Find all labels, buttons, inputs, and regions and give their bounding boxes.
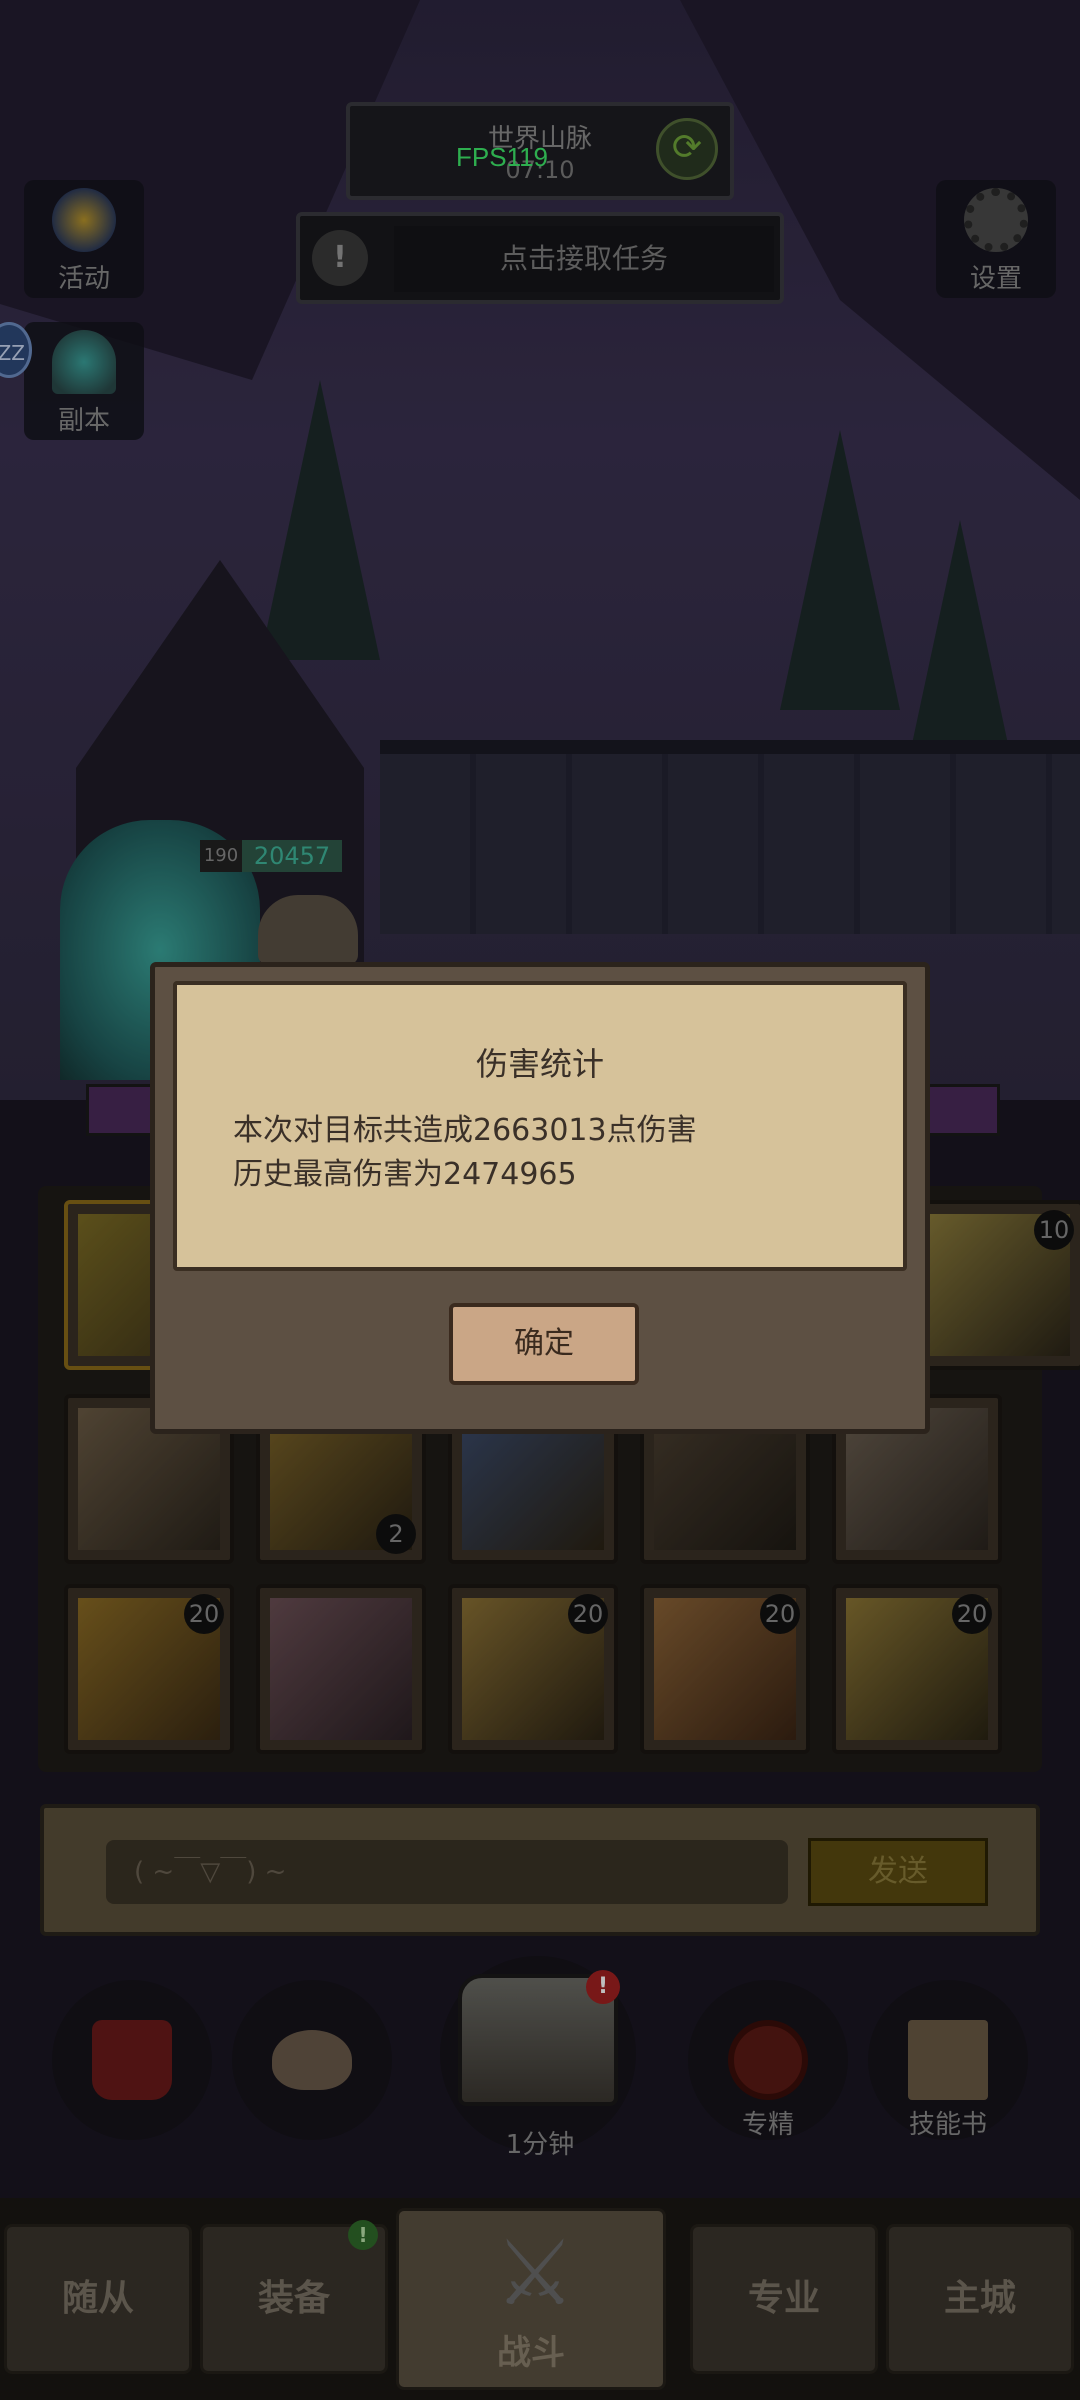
damage-this-time: 本次对目标共造成2663013点伤害 xyxy=(233,1113,697,1148)
dialog-paper: 伤害统计 本次对目标共造成2663013点伤害 历史最高伤害为2474965 xyxy=(173,981,907,1271)
damage-stats-dialog: 伤害统计 本次对目标共造成2663013点伤害 历史最高伤害为2474965 确… xyxy=(150,962,930,1434)
game-scene: 190 20457 世界山脉 07:10 FPS119 ⟳ ! 点击接取任务 活… xyxy=(0,0,1080,2400)
damage-record: 历史最高伤害为2474965 xyxy=(233,1157,577,1192)
dialog-title: 伤害统计 xyxy=(475,1045,604,1083)
confirm-button[interactable]: 确定 xyxy=(449,1303,639,1385)
